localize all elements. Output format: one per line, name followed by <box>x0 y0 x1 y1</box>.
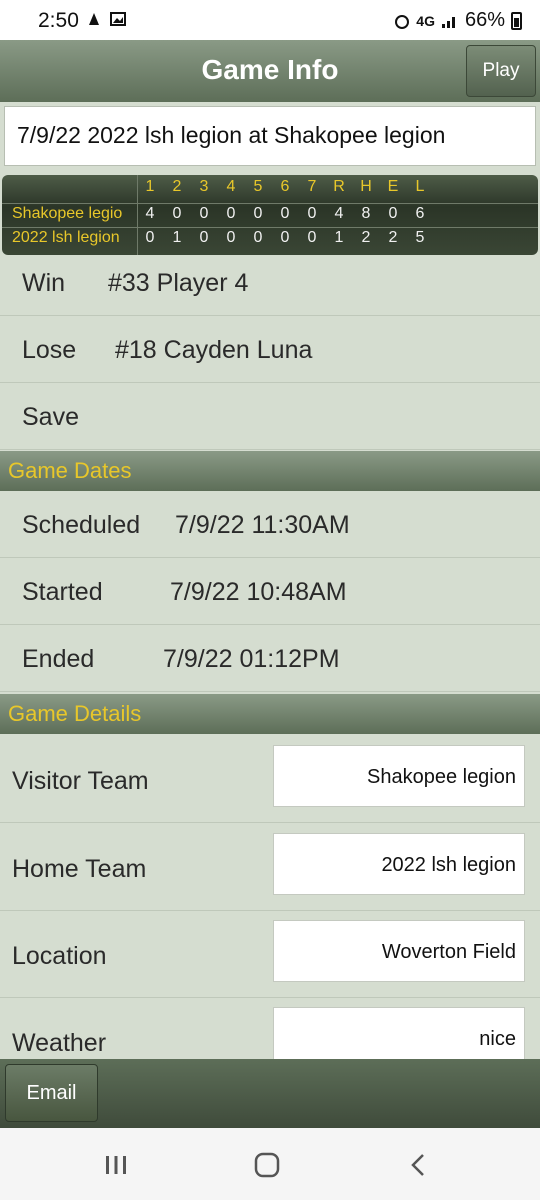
email-button[interactable]: Email <box>5 1064 98 1122</box>
weather-label: Weather <box>12 1029 107 1057</box>
location-field[interactable]: Woverton Field <box>273 920 525 982</box>
game-dates-header: Game Dates <box>0 451 540 491</box>
ended-value: 7/9/22 01:12PM <box>163 645 340 673</box>
home-icon[interactable] <box>247 1150 287 1180</box>
score-cell: 0 <box>253 205 263 222</box>
inning-4-header: 4 <box>226 178 236 195</box>
score-cell: 0 <box>145 229 155 246</box>
started-value: 7/9/22 10:48AM <box>170 578 347 606</box>
score-cell: 4 <box>145 205 155 222</box>
scoreboard-team-name: 2022 lsh legion <box>12 229 120 246</box>
scoreboard: 1 2 3 4 5 6 7 R H E L Shakopee legio 4 0… <box>2 175 538 255</box>
score-cell: 6 <box>415 205 425 222</box>
win-row[interactable]: Win #33 Player 4 <box>0 250 540 316</box>
alarm-icon <box>395 14 410 29</box>
score-cell: 0 <box>199 205 209 222</box>
notification-app-icon <box>89 13 99 25</box>
win-pitcher: #33 Player 4 <box>108 269 249 297</box>
score-cell: 2 <box>388 229 398 246</box>
scoreboard-team-name: Shakopee legio <box>12 205 123 222</box>
started-label: Started <box>22 578 103 606</box>
game-title-field[interactable]: 7/9/22 2022 lsh legion at Shakopee legio… <box>4 106 536 166</box>
runs-header: R <box>333 178 345 195</box>
score-cell: 1 <box>334 229 344 246</box>
hits-header: H <box>360 178 372 195</box>
signal-icon <box>441 16 455 28</box>
app-header: Game Info Play <box>0 40 540 102</box>
ended-label: Ended <box>22 645 95 673</box>
visitor-team-label: Visitor Team <box>12 767 149 795</box>
battery-percent: 66% <box>464 9 505 31</box>
status-right: 4G 66% <box>394 9 522 32</box>
inning-7-header: 7 <box>307 178 317 195</box>
score-cell: 0 <box>226 205 236 222</box>
location-label: Location <box>12 942 107 970</box>
battery-icon <box>511 11 522 30</box>
home-team-label: Home Team <box>12 855 147 883</box>
inning-2-header: 2 <box>172 178 182 195</box>
inning-1-header: 1 <box>145 178 155 195</box>
status-bar: 2:50 4G 66% <box>0 0 540 40</box>
score-cell: 0 <box>172 205 182 222</box>
score-cell: 4 <box>334 205 344 222</box>
scoreboard-header-row: 1 2 3 4 5 6 7 R H E L <box>2 177 538 198</box>
score-cell: 5 <box>415 229 425 246</box>
scoreboard-row-visitor: Shakopee legio 4 0 0 0 0 0 0 4 8 0 6 <box>2 203 538 224</box>
home-team-row: Home Team 2022 lsh legion <box>0 823 540 911</box>
score-cell: 0 <box>253 229 263 246</box>
score-cell: 0 <box>226 229 236 246</box>
started-row[interactable]: Started 7/9/22 10:48AM <box>0 559 540 625</box>
lose-label: Lose <box>22 336 77 364</box>
score-cell: 1 <box>172 229 182 246</box>
lob-header: L <box>415 178 425 195</box>
scheduled-value: 7/9/22 11:30AM <box>175 511 350 539</box>
errors-header: E <box>387 178 399 195</box>
score-cell: 0 <box>388 205 398 222</box>
notification-icons <box>86 11 126 27</box>
back-icon[interactable] <box>398 1150 438 1180</box>
system-nav-bar <box>0 1128 540 1200</box>
home-team-field[interactable]: 2022 lsh legion <box>273 833 525 895</box>
score-cell: 0 <box>307 229 317 246</box>
save-label: Save <box>22 403 79 431</box>
win-label: Win <box>22 269 66 297</box>
inning-3-header: 3 <box>199 178 209 195</box>
play-button[interactable]: Play <box>466 45 536 97</box>
inning-5-header: 5 <box>253 178 263 195</box>
score-cell: 0 <box>199 229 209 246</box>
score-cell: 2 <box>361 229 371 246</box>
network-type: 4G <box>416 12 435 29</box>
page-title: Game Info <box>201 54 339 85</box>
bottom-toolbar: Email <box>0 1059 540 1128</box>
status-time: 2:50 <box>38 9 79 32</box>
score-cell: 8 <box>361 205 371 222</box>
location-row: Location Woverton Field <box>0 910 540 998</box>
image-icon <box>110 12 126 26</box>
ended-row[interactable]: Ended 7/9/22 01:12PM <box>0 626 540 692</box>
scoreboard-row-home: 2022 lsh legion 0 1 0 0 0 0 0 1 2 2 5 <box>2 227 538 248</box>
scheduled-label: Scheduled <box>22 511 141 539</box>
score-cell: 0 <box>280 229 290 246</box>
lose-row[interactable]: Lose #18 Cayden Luna <box>0 317 540 383</box>
scheduled-row[interactable]: Scheduled 7/9/22 11:30AM <box>0 492 540 558</box>
lose-pitcher: #18 Cayden Luna <box>115 336 313 364</box>
save-row[interactable]: Save <box>0 384 540 450</box>
visitor-team-field[interactable]: Shakopee legion <box>273 745 525 807</box>
recents-icon[interactable] <box>96 1150 136 1180</box>
game-details-header: Game Details <box>0 694 540 734</box>
score-cell: 0 <box>280 205 290 222</box>
score-cell: 0 <box>307 205 317 222</box>
inning-6-header: 6 <box>280 178 290 195</box>
visitor-team-row: Visitor Team Shakopee legion <box>0 735 540 823</box>
